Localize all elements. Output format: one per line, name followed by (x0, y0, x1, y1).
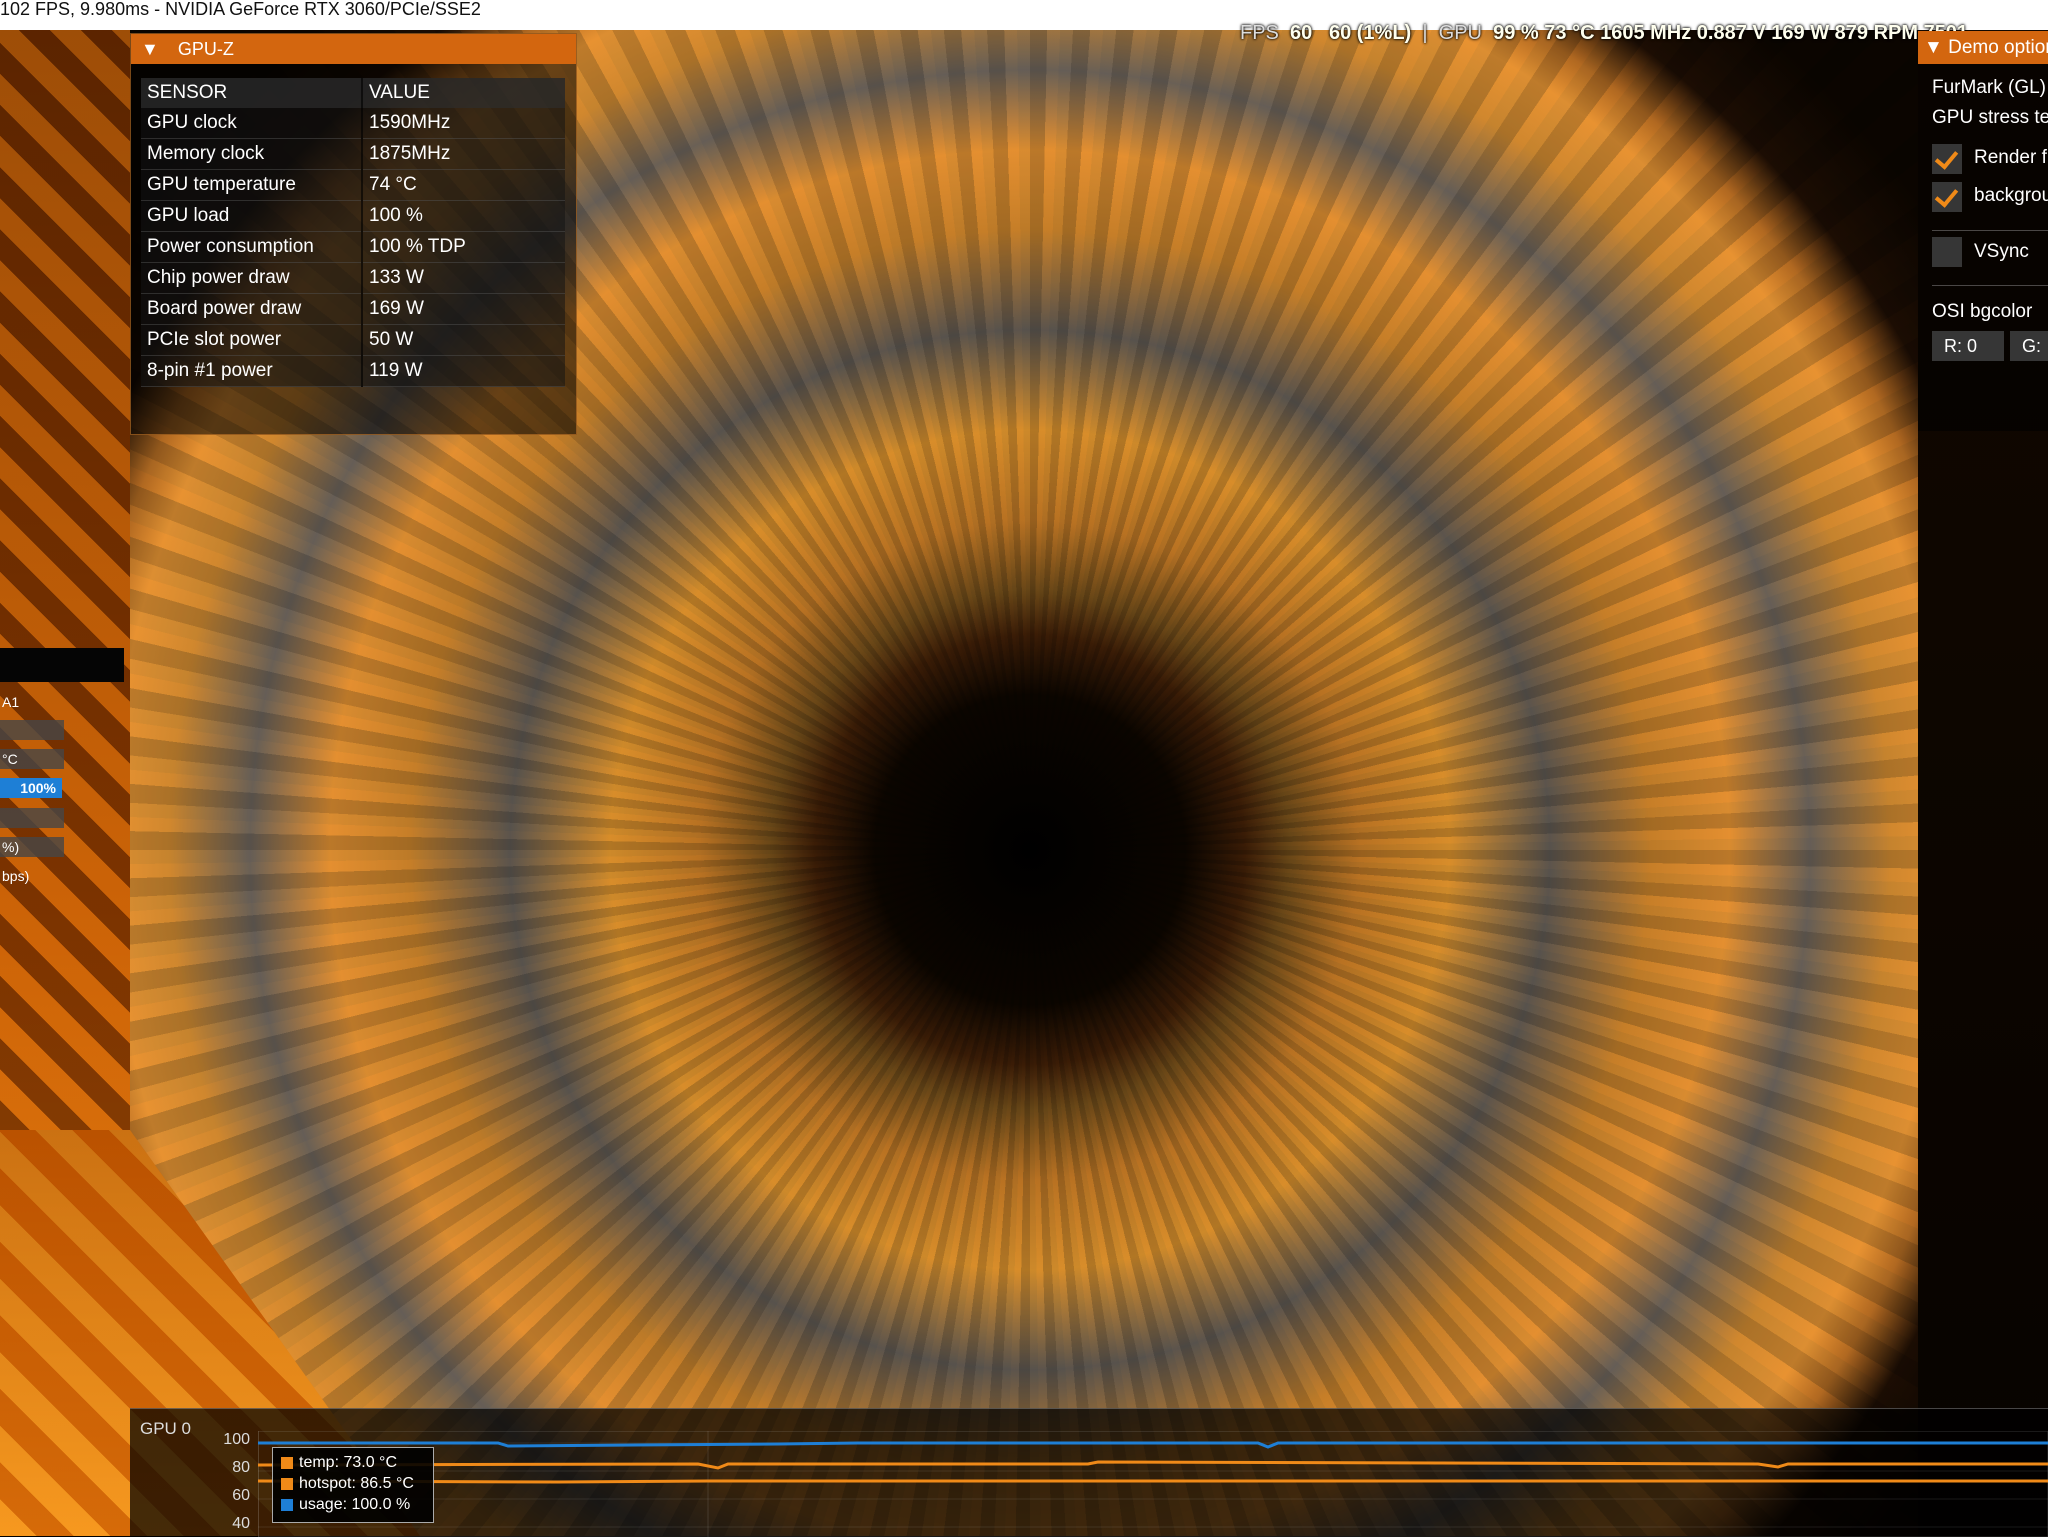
sensor-name: PCIe slot power (141, 324, 363, 356)
legend-swatch (281, 1498, 293, 1511)
background-checkbox-label: backgrou (1974, 185, 2048, 206)
sensor-table-header: SENSOR VALUE (141, 78, 565, 108)
demo-options-panel: ▼ Demo options FurMark (GL) GPU stress t… (1918, 31, 2048, 431)
legend-label: usage: 100.0 % (299, 1495, 411, 1513)
legend-item: usage: 100.0 % (281, 1494, 425, 1515)
osi-bgcolor-g-field[interactable]: G: (2010, 331, 2048, 361)
graph-plot (258, 1431, 2048, 1537)
sensor-value: 100 % TDP (362, 231, 565, 263)
divider (1932, 230, 2048, 231)
graph-legend: temp: 73.0 °C hotspot: 86.5 °C usage: 10… (272, 1447, 434, 1523)
app-name: FurMark (GL) (1932, 77, 2046, 98)
column-header-value: VALUE (362, 78, 565, 108)
legend-item: temp: 73.0 °C (281, 1452, 425, 1473)
left-panel-progress: 100% (0, 778, 62, 798)
legend-label: temp: 73.0 °C (299, 1453, 397, 1471)
sensor-value: 74 °C (362, 169, 565, 201)
sensor-value: 133 W (362, 262, 565, 294)
fps-1pct-low: 60 (1%L) (1328, 22, 1412, 44)
sensor-name: Memory clock (141, 138, 363, 170)
sensor-value: 169 W (362, 293, 565, 325)
gpu-stats: 99 % 73 °C 1605 MHz 0.887 V 169 W 879 RP… (1493, 22, 1969, 44)
osi-bgcolor-label: OSI bgcolor (1932, 301, 2033, 322)
sensor-value: 1875MHz (362, 138, 565, 170)
legend-item: hotspot: 86.5 °C (281, 1473, 425, 1494)
y-tick-label: 60 (232, 1487, 250, 1504)
y-tick-label: 80 (232, 1459, 250, 1476)
left-panel-field (0, 720, 64, 740)
left-panel-field (0, 808, 64, 828)
sensor-value: 50 W (362, 324, 565, 356)
vsync-checkbox[interactable] (1932, 237, 1962, 267)
demo-options-title: Demo options (1948, 37, 2048, 58)
demo-options-header[interactable]: ▼ Demo options (1918, 31, 2048, 64)
gpuz-panel: ▼ GPU-Z SENSOR VALUE GPU clock 1590MHz Me… (130, 33, 577, 435)
usage-series-line (258, 1441, 2048, 1449)
table-row: PCIe slot power 50 W (141, 324, 565, 356)
sensor-value: 100 % (362, 200, 565, 232)
left-panel-row: bps) (2, 868, 30, 884)
render-checkbox[interactable] (1932, 144, 1962, 174)
left-panel-field: %) (0, 837, 64, 857)
y-tick-label: 100 (223, 1431, 250, 1448)
fps-label: FPS (1240, 22, 1279, 44)
table-row: GPU load 100 % (141, 200, 565, 232)
y-tick-label: 40 (232, 1515, 250, 1532)
osi-separator: | (1422, 22, 1428, 44)
left-info-panel: A1 °C 100% %) bps) (0, 648, 124, 898)
osi-stats-overlay: FPS 60 60 (1%L) | GPU 99 % 73 °C 1605 MH… (1240, 22, 1968, 45)
hotspot-series-line (258, 1460, 2048, 1470)
window-title: 102 FPS, 9.980ms - NVIDIA GeForce RTX 30… (0, 0, 481, 19)
left-panel-header (0, 648, 124, 682)
app-subtitle: GPU stress test (1932, 107, 2048, 128)
table-row: Board power draw 169 W (141, 293, 565, 325)
column-header-sensor: SENSOR (141, 78, 363, 108)
sensor-value: 1590MHz (362, 108, 565, 139)
sensor-name: GPU load (141, 200, 363, 232)
sensor-name: GPU temperature (141, 169, 363, 201)
table-row: GPU clock 1590MHz (141, 108, 565, 139)
gpu-graph-panel: GPU 0 100 80 60 40 temp: 73.0 °C hotspot… (130, 1408, 2048, 1537)
sensor-name: Chip power draw (141, 262, 363, 294)
legend-swatch (281, 1456, 293, 1469)
divider (1932, 285, 2048, 286)
table-row: Memory clock 1875MHz (141, 138, 565, 170)
background-checkbox[interactable] (1932, 182, 1962, 212)
table-row: GPU temperature 74 °C (141, 169, 565, 201)
sensor-table: SENSOR VALUE GPU clock 1590MHz Memory clo… (141, 78, 565, 387)
table-row: 8-pin #1 power 119 W (141, 355, 565, 387)
table-row: Chip power draw 133 W (141, 262, 565, 294)
gpuz-panel-title: GPU-Z (177, 39, 234, 59)
legend-label: hotspot: 86.5 °C (299, 1474, 414, 1492)
sensor-name: Power consumption (141, 231, 363, 263)
fps-value: 60 (1290, 22, 1313, 44)
gpuz-panel-header[interactable]: ▼ GPU-Z (131, 34, 576, 64)
left-panel-row: A1 (2, 694, 20, 710)
vsync-checkbox-label: VSync (1974, 241, 2029, 262)
osi-bgcolor-r-field[interactable]: R: 0 (1932, 331, 2004, 361)
left-panel-field: °C (0, 749, 64, 769)
table-row: Power consumption 100 % TDP (141, 231, 565, 263)
render-checkbox-label: Render f (1974, 147, 2047, 168)
sensor-name: 8-pin #1 power (141, 355, 363, 387)
collapse-triangle-icon[interactable]: ▼ (141, 34, 159, 64)
sensor-name: GPU clock (141, 108, 363, 139)
collapse-triangle-icon[interactable]: ▼ (1924, 37, 1948, 58)
temp-series-line (258, 1479, 2048, 1484)
graph-title: GPU 0 (140, 1419, 192, 1438)
gpu-label: GPU (1438, 22, 1482, 44)
sensor-name: Board power draw (141, 293, 363, 325)
sensor-value: 119 W (362, 355, 565, 387)
legend-swatch (281, 1477, 293, 1490)
